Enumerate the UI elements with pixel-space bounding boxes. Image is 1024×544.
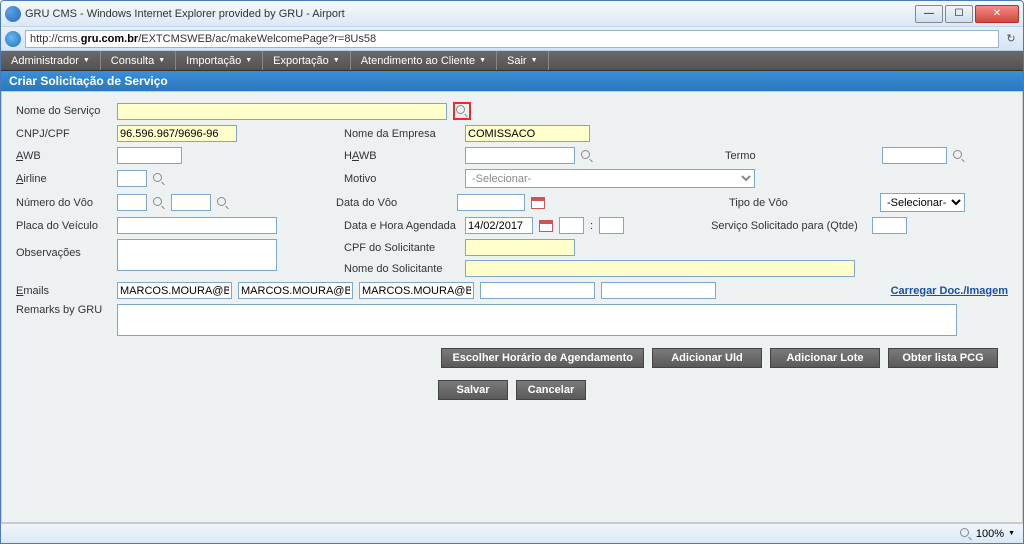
awb-input[interactable] [117, 147, 182, 164]
carregar-doc-link[interactable]: Carregar Doc./Imagem [891, 285, 1008, 297]
email1-input[interactable] [117, 282, 232, 299]
url-path: /EXTCMSWEB/ac/makeWelcomePage?r=8Us58 [138, 33, 376, 45]
tipo-voo-select[interactable]: -Selecionar- [880, 193, 965, 212]
label-data-hora: Data e Hora Agendada [344, 220, 459, 232]
nome-servico-input[interactable] [117, 103, 447, 120]
salvar-button[interactable]: Salvar [438, 380, 508, 400]
numero-voo-b-input[interactable] [171, 194, 211, 211]
zoom-icon[interactable] [960, 528, 972, 540]
obter-pcg-button[interactable]: Obter lista PCG [888, 348, 998, 368]
label-nome-servico: Nome do Serviço [16, 105, 111, 117]
label-hawb: HAWB [344, 150, 459, 162]
email2-input[interactable] [238, 282, 353, 299]
page-title: Criar Solicitação de Serviço [1, 71, 1023, 91]
search-icon[interactable] [217, 197, 229, 209]
favicon-icon [5, 6, 21, 22]
hawb-input[interactable] [465, 147, 575, 164]
airline-input[interactable] [117, 170, 147, 187]
menu-exportacao[interactable]: Exportação▼ [263, 51, 351, 70]
data-voo-input[interactable] [457, 194, 525, 211]
label-termo: Termo [725, 150, 825, 162]
label-tipo-voo: Tipo de Vôo [729, 197, 874, 209]
label-qtde: Serviço Solicitado para (Qtde) [711, 220, 866, 232]
menu-sair[interactable]: Sair▼ [497, 51, 549, 70]
url-prefix: http://cms. [30, 33, 81, 45]
hora-m-input[interactable] [599, 217, 624, 234]
numero-voo-a-input[interactable] [117, 194, 147, 211]
label-awb: AWB [16, 150, 111, 162]
adicionar-uld-button[interactable]: Adicionar Uld [652, 348, 762, 368]
menu-atendimento[interactable]: Atendimento ao Cliente▼ [351, 51, 497, 70]
label-data-voo: Data do Vôo [336, 197, 451, 209]
maximize-button[interactable]: ☐ [945, 5, 973, 23]
label-numero-voo: Número do Vôo [16, 197, 111, 209]
time-colon: : [590, 220, 593, 232]
label-observacoes: Observações [16, 239, 111, 259]
nome-solicitante-input[interactable] [465, 260, 855, 277]
search-icon[interactable] [456, 105, 468, 117]
nome-servico-search-highlight [453, 102, 471, 120]
calendar-icon[interactable] [531, 197, 545, 209]
ie-icon [5, 31, 21, 47]
search-icon[interactable] [153, 197, 165, 209]
zoom-level: 100% [976, 528, 1004, 540]
escolher-horario-button[interactable]: Escolher Horário de Agendamento [441, 348, 644, 368]
action-buttons-row2: Salvar Cancelar [16, 380, 1008, 400]
close-button[interactable]: ✕ [975, 5, 1019, 23]
label-nome-empresa: Nome da Empresa [344, 128, 459, 140]
action-buttons-row1: Escolher Horário de Agendamento Adiciona… [16, 348, 1008, 368]
label-emails: Emails [16, 285, 111, 297]
cancelar-button[interactable]: Cancelar [516, 380, 586, 400]
observacoes-input[interactable] [117, 239, 277, 271]
cnpj-input[interactable] [117, 125, 237, 142]
menu-importacao[interactable]: Importação▼ [176, 51, 263, 70]
form-content: Nome do Serviço CNPJ/CPF Nome da Empresa… [1, 91, 1023, 523]
zoom-dropdown-icon[interactable]: ▼ [1008, 530, 1015, 537]
label-nome-solicitante: Nome do Solicitante [344, 263, 459, 275]
label-placa: Placa do Veículo [16, 220, 111, 232]
remarks-input[interactable] [117, 304, 957, 336]
calendar-icon[interactable] [539, 220, 553, 232]
search-icon[interactable] [581, 150, 593, 162]
menu-consulta[interactable]: Consulta▼ [101, 51, 176, 70]
nome-empresa-input[interactable] [465, 125, 590, 142]
menu-bar: Administrador▼ Consulta▼ Importação▼ Exp… [1, 51, 1023, 71]
label-airline: Airline [16, 173, 111, 185]
label-cpf-solicitante: CPF do Solicitante [344, 242, 459, 254]
window-titlebar: GRU CMS - Windows Internet Explorer prov… [1, 1, 1023, 27]
address-bar: http://cms.gru.com.br/EXTCMSWEB/ac/makeW… [1, 27, 1023, 51]
placa-input[interactable] [117, 217, 277, 234]
window-title: GRU CMS - Windows Internet Explorer prov… [25, 8, 915, 20]
data-agendada-input[interactable] [465, 217, 533, 234]
menu-administrador[interactable]: Administrador▼ [1, 51, 101, 70]
termo-input[interactable] [882, 147, 947, 164]
refresh-icon[interactable]: ↻ [1003, 31, 1019, 47]
search-icon[interactable] [153, 173, 165, 185]
search-icon[interactable] [953, 150, 965, 162]
email5-input[interactable] [601, 282, 716, 299]
motivo-select[interactable]: -Selecionar- [465, 169, 755, 188]
email4-input[interactable] [480, 282, 595, 299]
hora-h-input[interactable] [559, 217, 584, 234]
label-remarks: Remarks by GRU [16, 304, 111, 316]
minimize-button[interactable]: — [915, 5, 943, 23]
url-domain: gru.com.br [81, 33, 138, 45]
url-input[interactable]: http://cms.gru.com.br/EXTCMSWEB/ac/makeW… [25, 30, 999, 48]
cpf-solicitante-input[interactable] [465, 239, 575, 256]
qtde-input[interactable] [872, 217, 907, 234]
label-motivo: Motivo [344, 173, 459, 185]
status-bar: 100% ▼ [1, 523, 1023, 543]
label-cnpj: CNPJ/CPF [16, 128, 111, 140]
adicionar-lote-button[interactable]: Adicionar Lote [770, 348, 880, 368]
email3-input[interactable] [359, 282, 474, 299]
